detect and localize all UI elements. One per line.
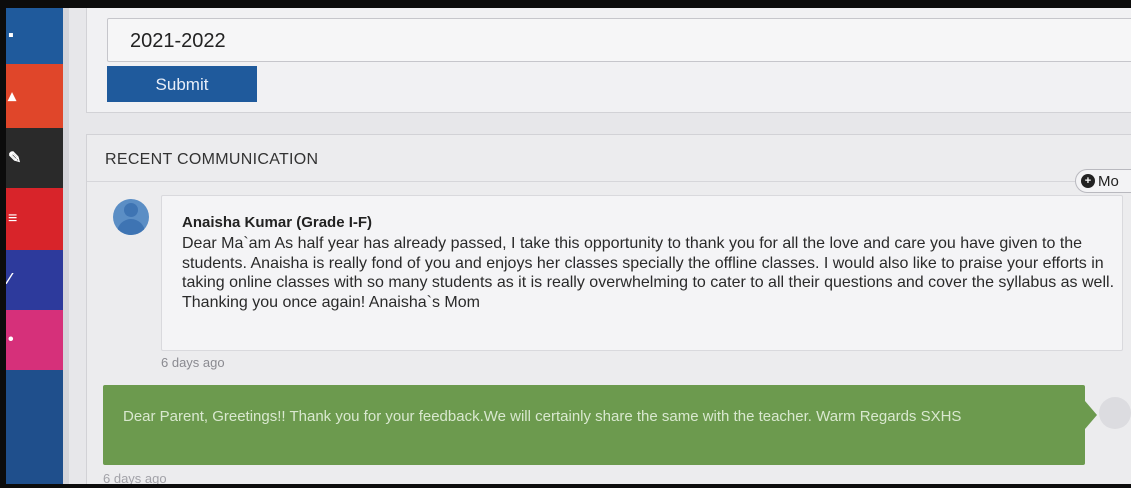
- more-button[interactable]: + Mo: [1075, 169, 1131, 193]
- school-avatar: [1099, 397, 1131, 429]
- sidebar-item-3[interactable]: ✎: [6, 128, 63, 188]
- submit-button[interactable]: Submit: [107, 66, 257, 102]
- message-timestamp: 6 days ago: [161, 355, 225, 370]
- screen: ▪ ▴ ✎ ≡ ⁄ • 2021-2022 Submit RECENT COMM…: [6, 8, 1131, 484]
- message-sender: Anaisha Kumar (Grade I-F): [182, 214, 373, 231]
- user-icon: ▪: [8, 27, 14, 44]
- more-label: Mo: [1098, 173, 1119, 190]
- plus-circle-icon: +: [1081, 174, 1095, 188]
- sidebar: ▪ ▴ ✎ ≡ ⁄ •: [6, 8, 63, 484]
- pin-icon: ⁄: [8, 271, 11, 288]
- reply-body: Dear Parent, Greetings!! Thank you for y…: [123, 408, 962, 425]
- edit-icon: ✎: [8, 150, 22, 167]
- avatar: [113, 199, 149, 235]
- panel-header: RECENT COMMUNICATION: [87, 135, 1131, 182]
- sidebar-item-6[interactable]: •: [6, 310, 63, 370]
- message-card: Anaisha Kumar (Grade I-F) Dear Ma`am As …: [161, 195, 1123, 351]
- message-body: Dear Ma`am As half year has already pass…: [182, 235, 1115, 311]
- list-icon: ≡: [8, 210, 18, 227]
- year-form-panel: 2021-2022 Submit: [86, 8, 1131, 113]
- person-icon: ▴: [8, 88, 17, 105]
- dot-icon: •: [8, 331, 14, 348]
- sidebar-item-5[interactable]: ⁄: [6, 250, 63, 310]
- sidebar-gutter: [63, 8, 69, 484]
- sidebar-item-1[interactable]: ▪: [6, 8, 63, 64]
- reply-arrow: [1085, 401, 1097, 429]
- panel-title: RECENT COMMUNICATION: [105, 151, 319, 168]
- recent-communication-panel: RECENT COMMUNICATION + Mo Anaisha Kumar …: [86, 134, 1131, 484]
- reply-bubble: Dear Parent, Greetings!! Thank you for y…: [103, 385, 1085, 465]
- sidebar-item-7[interactable]: [6, 370, 63, 484]
- reply-timestamp: 6 days ago: [103, 471, 167, 484]
- sidebar-item-2[interactable]: ▴: [6, 64, 63, 128]
- academic-year-select[interactable]: 2021-2022: [107, 18, 1131, 62]
- sidebar-item-4[interactable]: ≡: [6, 188, 63, 250]
